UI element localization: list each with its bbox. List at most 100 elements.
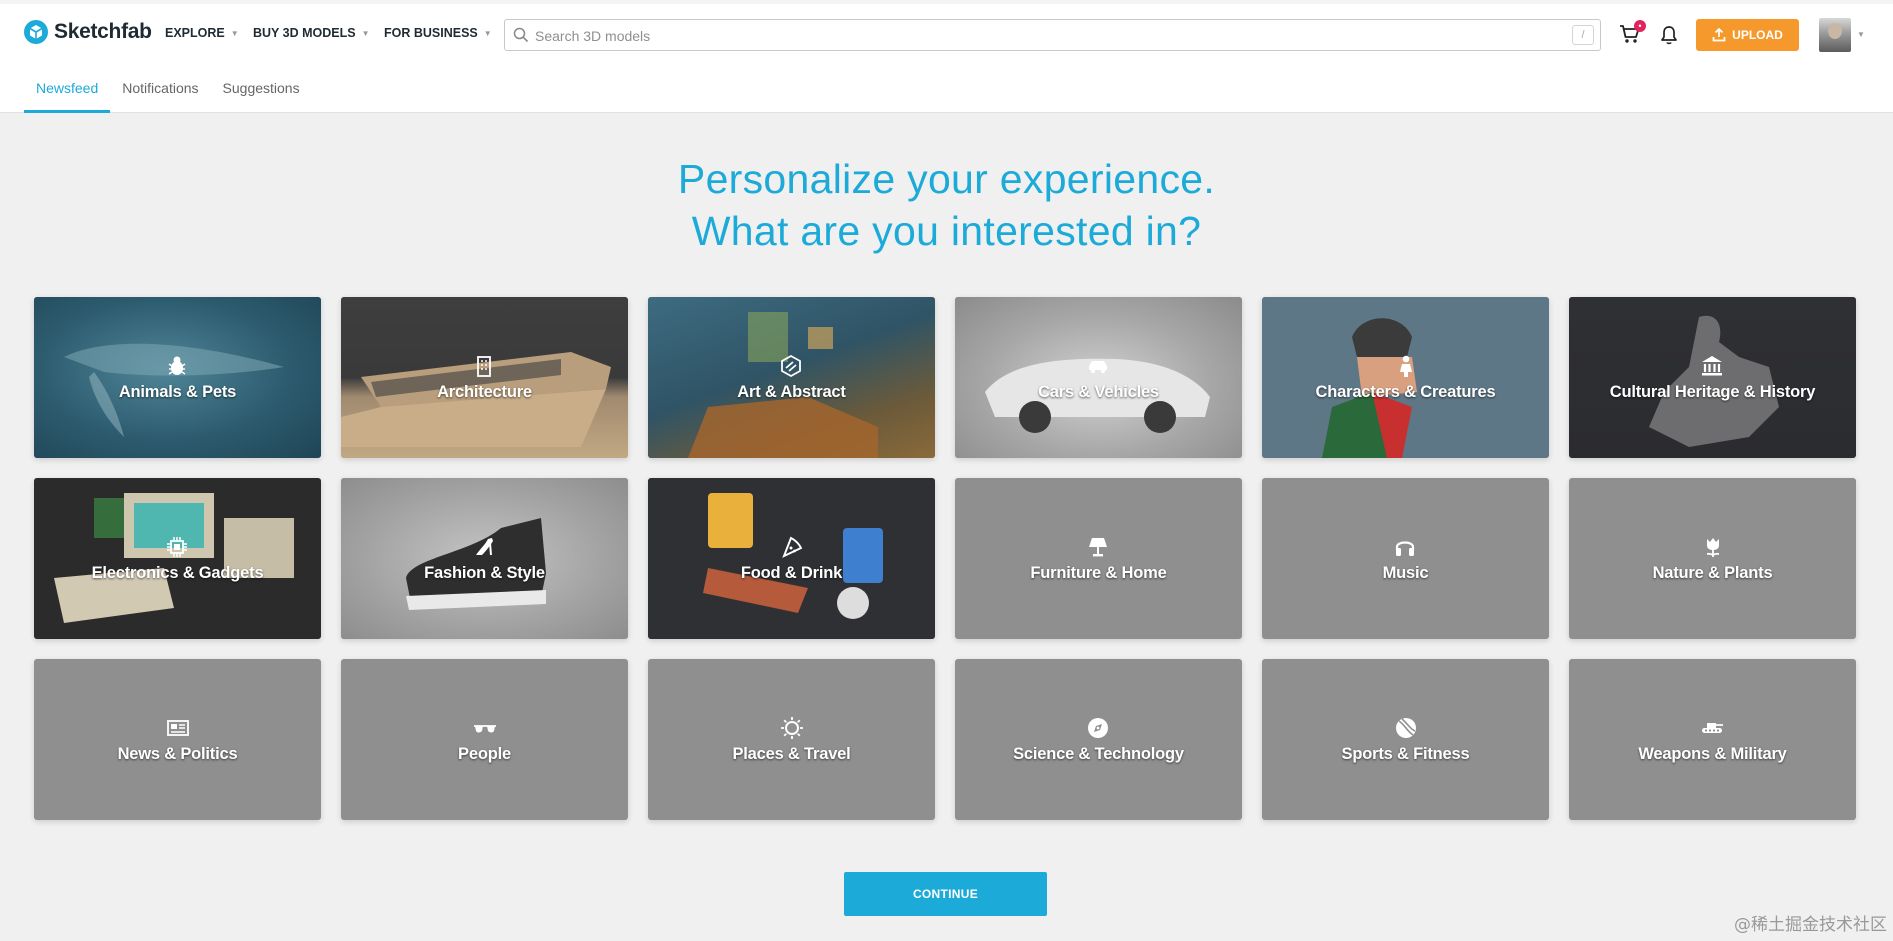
logo-text: Sketchfab (54, 20, 152, 43)
cart-badge: • (1634, 20, 1646, 32)
high-heel-icon (475, 538, 493, 556)
category-content: Art & Abstract (737, 353, 846, 402)
category-card-food-drink[interactable]: Food & Drink (648, 478, 935, 639)
category-content: Music (1383, 534, 1429, 583)
headphones-icon (1396, 541, 1415, 556)
category-label: Nature & Plants (1652, 564, 1773, 582)
category-content: Architecture (437, 353, 532, 402)
search-input[interactable] (535, 25, 1535, 47)
newsfeed-tabs: Newsfeed Notifications Suggestions (24, 70, 312, 113)
category-card-fashion-style[interactable]: Fashion & Style (341, 478, 628, 639)
nav-for-business[interactable]: FOR BUSINESS ▼ (384, 26, 492, 40)
search-icon (513, 27, 529, 43)
upload-label: UPLOAD (1732, 28, 1783, 42)
sketchfab-logo[interactable]: Sketchfab (24, 20, 152, 44)
person-icon (1399, 355, 1412, 377)
category-card-music[interactable]: Music (1262, 478, 1549, 639)
building-icon (477, 356, 492, 377)
nav-explore[interactable]: EXPLORE ▼ (165, 26, 239, 40)
tab-notifications[interactable]: Notifications (110, 70, 210, 113)
category-content: Fashion & Style (424, 534, 545, 583)
tab-newsfeed[interactable]: Newsfeed (24, 70, 111, 113)
upload-icon (1712, 28, 1726, 42)
category-card-people[interactable]: People (341, 659, 628, 820)
category-card-architecture[interactable]: Architecture (341, 297, 628, 458)
category-label: Cars & Vehicles (1038, 383, 1159, 401)
sun-icon (780, 717, 803, 739)
compass-icon (1088, 718, 1109, 738)
category-card-science-technology[interactable]: Science & Technology (955, 659, 1242, 820)
nav-explore-label: EXPLORE (165, 26, 225, 40)
page-title: Personalize your experience. What are yo… (0, 153, 1893, 257)
category-content: People (458, 715, 511, 764)
category-label: Characters & Creatures (1315, 383, 1496, 401)
car-icon (1089, 361, 1108, 374)
cart-button[interactable]: • (1618, 20, 1646, 48)
watermark: @稀土掘金技术社区 (1734, 915, 1887, 935)
category-card-cars-vehicles[interactable]: Cars & Vehicles (955, 297, 1242, 458)
search-bar: / (504, 19, 1601, 51)
nav-business-label: FOR BUSINESS (384, 26, 478, 40)
abstract-icon (781, 354, 802, 378)
category-label: Furniture & Home (1030, 564, 1167, 582)
category-content: Animals & Pets (119, 353, 236, 402)
category-card-places-travel[interactable]: Places & Travel (648, 659, 935, 820)
category-label: Places & Travel (732, 745, 851, 763)
tulip-icon (1706, 538, 1719, 557)
category-card-weapons-military[interactable]: Weapons & Military (1569, 659, 1856, 820)
nav-buy-label: BUY 3D MODELS (253, 26, 356, 40)
category-content: Weapons & Military (1638, 715, 1787, 764)
category-content: Cars & Vehicles (1038, 353, 1159, 402)
category-label: Architecture (437, 383, 532, 401)
newspaper-icon (166, 720, 189, 736)
chip-icon (167, 537, 188, 557)
category-label: Science & Technology (1013, 745, 1184, 763)
category-label: People (458, 745, 511, 763)
chevron-down-icon[interactable]: ▼ (1857, 30, 1865, 39)
lamp-icon (1089, 538, 1108, 557)
category-card-news-politics[interactable]: News & Politics (34, 659, 321, 820)
tank-icon (1702, 723, 1724, 733)
bug-icon (169, 356, 186, 375)
category-card-cultural-heritage[interactable]: Cultural Heritage & History (1569, 297, 1856, 458)
category-content: Cultural Heritage & History (1610, 353, 1815, 402)
category-card-sports-fitness[interactable]: Sports & Fitness (1262, 659, 1549, 820)
category-card-animals-pets[interactable]: Animals & Pets (34, 297, 321, 458)
category-label: Music (1382, 564, 1429, 582)
category-card-nature-plants[interactable]: Nature & Plants (1569, 478, 1856, 639)
sketchfab-logo-icon (24, 20, 48, 44)
upload-button[interactable]: UPLOAD (1696, 19, 1799, 51)
category-content: Places & Travel (732, 715, 851, 764)
category-card-characters-creatures[interactable]: Characters & Creatures (1262, 297, 1549, 458)
category-content: Nature & Plants (1653, 534, 1773, 583)
category-label: News & Politics (117, 745, 238, 763)
category-label: Cultural Heritage & History (1609, 383, 1816, 401)
avatar[interactable] (1819, 18, 1851, 52)
notifications-button[interactable] (1658, 24, 1680, 46)
continue-button[interactable]: CONTINUE (844, 872, 1047, 916)
category-label: Electronics & Gadgets (91, 564, 264, 582)
category-label: Animals & Pets (118, 383, 237, 401)
category-label: Fashion & Style (424, 564, 545, 582)
category-content: Food & Drink (741, 534, 842, 583)
top-navigation-bar: Sketchfab EXPLORE ▼ BUY 3D MODELS ▼ FOR … (0, 0, 1893, 113)
category-content: Science & Technology (1013, 715, 1184, 764)
ball-icon (1395, 718, 1416, 738)
nav-buy-3d-models[interactable]: BUY 3D MODELS ▼ (253, 26, 370, 40)
category-content: News & Politics (118, 715, 238, 764)
category-content: Sports & Fitness (1342, 715, 1470, 764)
search-shortcut-hint: / (1572, 25, 1594, 45)
category-grid: Animals & Pets Architecture Art & Abstra… (34, 297, 1857, 820)
category-label: Sports & Fitness (1341, 745, 1470, 763)
museum-icon (1702, 356, 1723, 376)
category-content: Characters & Creatures (1316, 353, 1496, 402)
category-card-electronics-gadgets[interactable]: Electronics & Gadgets (34, 478, 321, 639)
heading-line-2: What are you interested in? (691, 208, 1202, 254)
category-label: Art & Abstract (737, 383, 846, 401)
category-label: Weapons & Military (1638, 745, 1787, 763)
category-card-furniture-home[interactable]: Furniture & Home (955, 478, 1242, 639)
category-card-art-abstract[interactable]: Art & Abstract (648, 297, 935, 458)
tab-suggestions[interactable]: Suggestions (211, 70, 312, 113)
sunglasses-icon (473, 725, 496, 733)
category-content: Furniture & Home (1030, 534, 1167, 583)
